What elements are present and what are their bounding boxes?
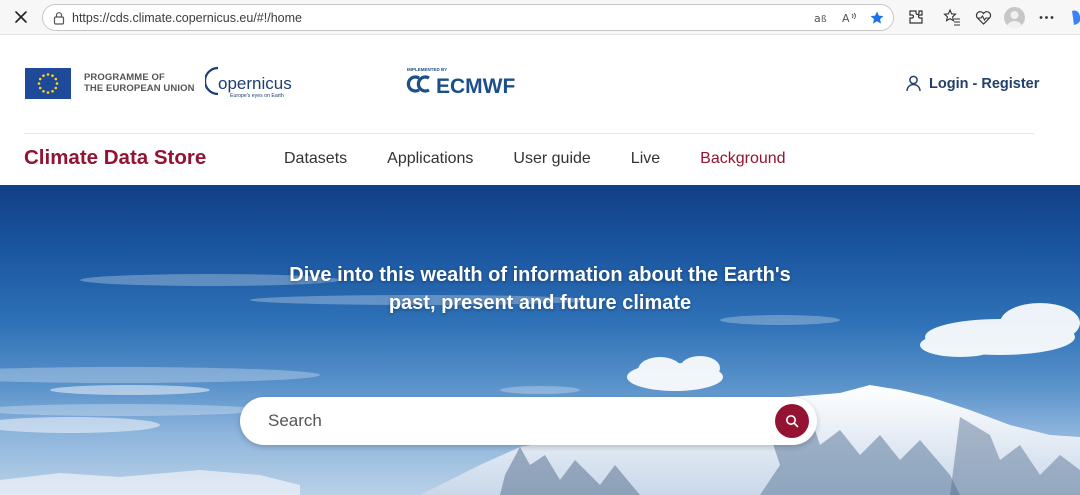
svg-text:a: a xyxy=(814,12,821,25)
read-aloud-icon[interactable]: a ß xyxy=(813,10,829,26)
url-text[interactable]: https://cds.climate.copernicus.eu/#!/hom… xyxy=(72,11,302,25)
copilot-icon[interactable] xyxy=(1068,8,1080,27)
health-icon[interactable] xyxy=(974,8,993,27)
nav-live[interactable]: Live xyxy=(631,150,660,168)
eu-programme-text: PROGRAMME OF THE EUROPEAN UNION xyxy=(84,72,195,94)
hero-heading: Dive into this wealth of information abo… xyxy=(200,261,880,317)
hero-banner: Dive into this wealth of information abo… xyxy=(0,185,1080,495)
address-bar[interactable]: https://cds.climate.copernicus.eu/#!/hom… xyxy=(42,4,894,31)
close-icon[interactable] xyxy=(12,8,30,26)
eu-flag-logo xyxy=(25,68,71,99)
nav-applications[interactable]: Applications xyxy=(387,150,473,168)
reader-view-icon[interactable]: A xyxy=(841,10,857,26)
search-bar xyxy=(240,397,817,445)
site-title[interactable]: Climate Data Store xyxy=(24,146,206,170)
nav-background[interactable]: Background xyxy=(700,150,785,168)
search-icon xyxy=(786,415,799,428)
copernicus-wordmark: opernicus xyxy=(218,74,292,93)
site-header: PROGRAMME OF THE EUROPEAN UNION opernicu… xyxy=(0,35,1080,185)
ecmwf-logo[interactable]: IMPLEMENTED BY ECMWF xyxy=(405,65,535,101)
favorite-star-icon[interactable] xyxy=(869,10,885,26)
extensions-icon[interactable] xyxy=(906,8,925,27)
hero-background-image xyxy=(0,274,1080,495)
lock-icon[interactable] xyxy=(52,11,66,25)
header-divider xyxy=(24,133,1034,134)
login-register-label[interactable]: Login - Register xyxy=(929,76,1039,92)
svg-text:A: A xyxy=(842,12,850,25)
hero-heading-line2: past, present and future climate xyxy=(388,292,692,314)
svg-text:ß: ß xyxy=(821,15,827,25)
browser-toolbar: https://cds.climate.copernicus.eu/#!/hom… xyxy=(0,0,1080,35)
nav-datasets[interactable]: Datasets xyxy=(284,150,347,168)
copernicus-tagline: Europe's eyes on Earth xyxy=(230,93,284,99)
copernicus-logo[interactable]: opernicus Europe's eyes on Earth xyxy=(203,65,297,101)
search-button[interactable] xyxy=(775,404,809,438)
ecmwf-implemented-by: IMPLEMENTED BY xyxy=(407,67,447,72)
ecmwf-wordmark: ECMWF xyxy=(436,75,515,98)
more-icon[interactable] xyxy=(1037,8,1056,27)
favorites-icon[interactable] xyxy=(942,8,961,27)
main-nav: Datasets Applications User guide Live Ba… xyxy=(284,150,826,168)
eu-text-line2: THE EUROPEAN UNION xyxy=(84,83,195,94)
user-icon xyxy=(906,75,921,92)
eu-text-line1: PROGRAMME OF xyxy=(84,72,165,83)
nav-user-guide[interactable]: User guide xyxy=(513,150,590,168)
profile-avatar[interactable] xyxy=(1004,7,1025,28)
login-register-link[interactable]: Login - Register xyxy=(906,75,1039,92)
hero-heading-line1: Dive into this wealth of information abo… xyxy=(289,264,791,286)
search-input[interactable] xyxy=(268,409,748,433)
